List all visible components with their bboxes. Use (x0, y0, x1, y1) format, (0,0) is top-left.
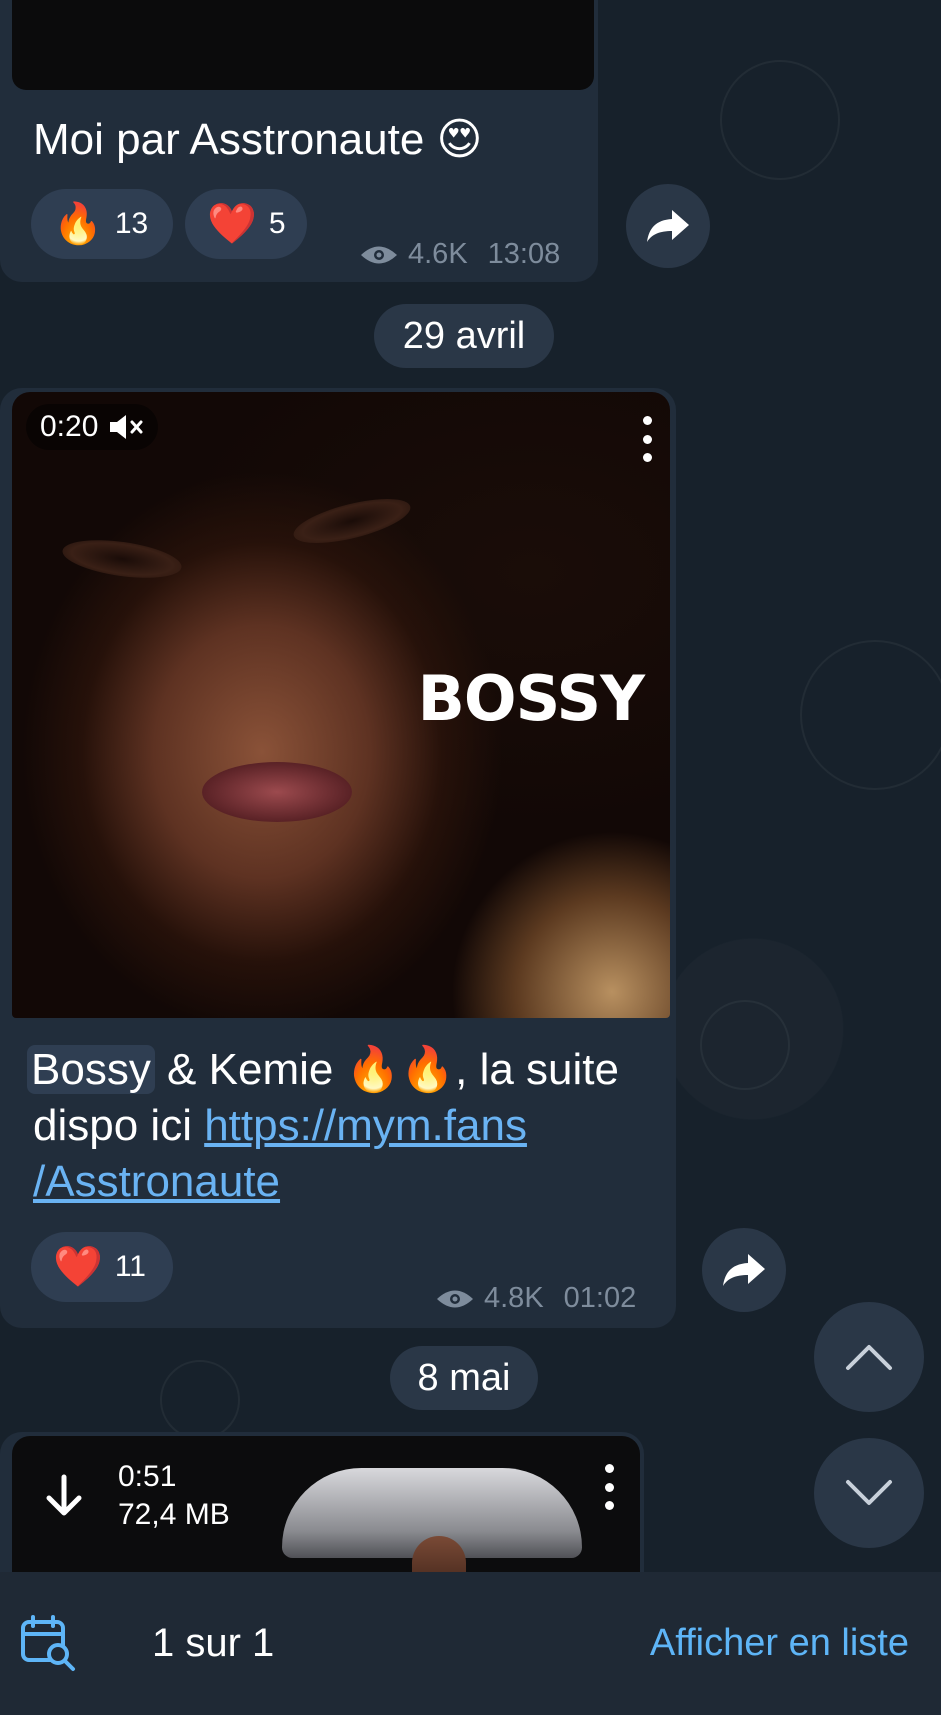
message-text: Moi par Asstronaute 😍 (33, 115, 483, 164)
calendar-search-icon[interactable] (20, 1614, 78, 1672)
speaker-muted-icon (110, 415, 143, 439)
background-doodle (720, 60, 840, 180)
views-eye-icon (437, 1290, 473, 1307)
reaction-heart[interactable]: ❤️ 11 (31, 1232, 173, 1302)
face-detail (289, 489, 415, 553)
fire-emoji-icon: 🔥 (53, 202, 103, 246)
message-bubble[interactable]: BOSSY 0:20 Bossy & Kemie 🔥🔥, la suite di… (0, 388, 676, 1328)
show-as-list-button[interactable]: Afficher en liste (650, 1622, 909, 1665)
share-button[interactable] (702, 1228, 786, 1312)
scroll-up-button[interactable] (814, 1302, 924, 1412)
message-meta: 4.6K 13:08 (360, 238, 560, 271)
date-separator: 8 mai (390, 1346, 538, 1410)
face-detail (202, 762, 352, 822)
download-info: 0:51 72,4 MB (118, 1458, 230, 1534)
heart-emoji-icon: ❤️ (53, 1245, 103, 1289)
video-duration: 0:51 (118, 1460, 177, 1493)
view-count: 4.8K (484, 1282, 544, 1314)
video-duration: 0:20 (40, 410, 99, 443)
face-detail (60, 533, 184, 585)
message-text: Bossy & Kemie 🔥🔥, la suite dispo ici htt… (27, 1042, 673, 1210)
view-count: 4.6K (408, 238, 468, 270)
message-time: 13:08 (487, 238, 561, 270)
views-eye-icon (361, 246, 397, 263)
share-button[interactable] (626, 184, 710, 268)
video-file-size: 72,4 MB (118, 1498, 230, 1531)
media-preview[interactable] (12, 0, 594, 90)
search-result-count: 1 sur 1 (152, 1621, 275, 1665)
video-duration-badge[interactable]: 0:20 (26, 404, 159, 450)
message-time: 01:02 (563, 1282, 637, 1314)
search-results-bar: 1 sur 1 Afficher en liste (0, 1572, 941, 1715)
message-meta: 4.8K 01:02 (436, 1282, 636, 1315)
reaction-count: 5 (268, 207, 286, 240)
message-bubble[interactable]: Moi par Asstronaute 😍 🔥 13 ❤️ 5 4.6K 13:… (0, 0, 598, 282)
scroll-down-button[interactable] (814, 1438, 924, 1548)
reaction-heart[interactable]: ❤️ 5 (185, 189, 307, 259)
chevron-up-icon (846, 1345, 892, 1370)
video-thumbnail[interactable]: BOSSY 0:20 (12, 392, 670, 1018)
share-arrow-icon (647, 210, 689, 242)
search-highlight: Bossy (27, 1045, 155, 1094)
more-options-icon[interactable] (642, 416, 652, 462)
heart-emoji-icon: ❤️ (207, 202, 257, 246)
background-doodle (700, 1000, 790, 1090)
reaction-count: 13 (114, 207, 149, 240)
more-options-icon[interactable] (604, 1464, 614, 1510)
share-arrow-icon (723, 1254, 765, 1286)
video-title-overlay: BOSSY (417, 662, 645, 735)
date-separator: 29 avril (374, 304, 554, 368)
download-arrow-icon[interactable] (44, 1474, 84, 1518)
background-doodle (160, 1360, 240, 1440)
background-doodle (800, 640, 941, 790)
reaction-count: 11 (114, 1250, 146, 1283)
reaction-fire[interactable]: 🔥 13 (31, 189, 173, 259)
chevron-down-icon (846, 1480, 892, 1505)
